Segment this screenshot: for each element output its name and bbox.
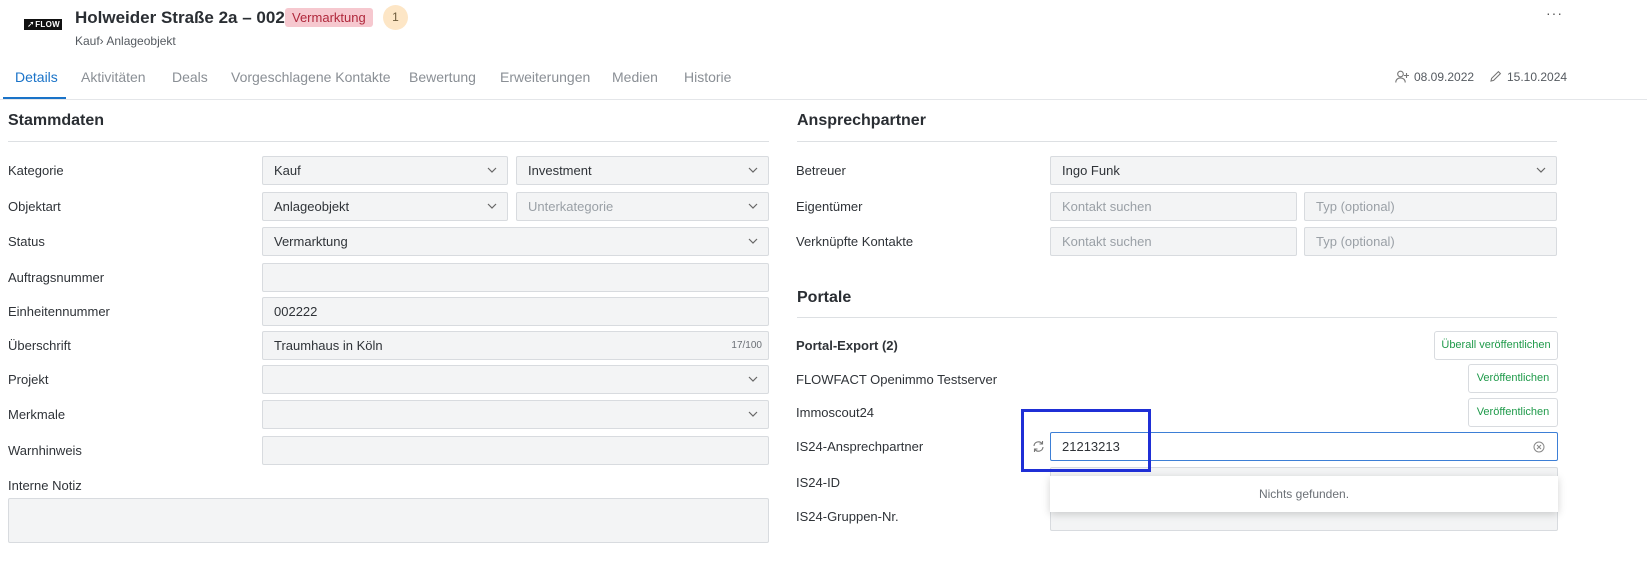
tab-aktivitaeten[interactable]: Aktivitäten: [81, 69, 146, 85]
einheitennummer-input[interactable]: 002222: [262, 297, 769, 326]
tab-vorgeschlagene-kontakte[interactable]: Vorgeschlagene Kontakte: [231, 69, 391, 85]
unterkategorie-select[interactable]: Unterkategorie: [516, 192, 769, 221]
chevron-down-icon: [748, 376, 758, 382]
portal-export-label: Portal-Export (2): [796, 338, 898, 353]
tab-deals[interactable]: Deals: [172, 69, 208, 85]
label-warnhinweis: Warnhinweis: [8, 443, 82, 458]
portal-name-immoscout24: Immoscout24: [796, 405, 875, 420]
interne-notiz-textarea[interactable]: [8, 498, 769, 543]
publish-immoscout24-button[interactable]: Veröffentlichen: [1468, 398, 1558, 427]
character-counter: 17/100: [731, 340, 762, 351]
chevron-down-icon: [487, 203, 497, 209]
tab-bewertung[interactable]: Bewertung: [409, 69, 476, 85]
betreuer-select[interactable]: Ingo Funk: [1050, 156, 1557, 185]
publish-all-button[interactable]: Überall veröffentlichen: [1434, 331, 1558, 360]
chevron-down-icon: [748, 411, 758, 417]
tab-details[interactable]: Details: [15, 69, 58, 85]
tab-medien[interactable]: Medien: [612, 69, 658, 85]
label-ueberschrift: Überschrift: [8, 338, 71, 353]
edited-date: 15.10.2024: [1489, 70, 1567, 84]
section-title-portale: Portale: [797, 289, 852, 306]
portal-name-openimmo: FLOWFACT Openimmo Testserver: [796, 372, 998, 387]
breadcrumb: Kauf› Anlageobjekt: [75, 34, 176, 48]
projekt-select[interactable]: [262, 365, 769, 394]
label-projekt: Projekt: [8, 372, 49, 387]
chevron-down-icon: [748, 167, 758, 173]
page-title: Holweider Straße 2a – 002222: [75, 8, 314, 27]
chevron-down-icon: [748, 203, 758, 209]
label-eigentuemer: Eigentümer: [796, 199, 863, 214]
warnhinweis-input[interactable]: [262, 436, 769, 465]
selection-highlight: [1021, 409, 1151, 472]
more-options-icon[interactable]: ···: [1546, 5, 1563, 21]
investment-select[interactable]: Investment: [516, 156, 769, 185]
created-date: 08.09.2022: [1395, 70, 1474, 84]
section-divider: [797, 141, 1557, 142]
label-einheitennummer: Einheitennummer: [8, 304, 110, 319]
label-is24-id: IS24-ID: [796, 475, 841, 490]
label-merkmale: Merkmale: [8, 407, 66, 422]
verknuepfte-contact-search[interactable]: Kontakt suchen: [1050, 227, 1297, 256]
count-badge[interactable]: 1: [383, 5, 408, 30]
label-verknuepfte-kontakte: Verknüpfte Kontakte: [796, 234, 914, 249]
ueberschrift-input[interactable]: Traumhaus in Köln 17/100: [262, 331, 769, 360]
autocomplete-dropdown: Nichts gefunden.: [1050, 476, 1558, 512]
label-status: Status: [8, 234, 45, 249]
label-auftragsnummer: Auftragsnummer: [8, 270, 105, 285]
merkmale-select[interactable]: [262, 400, 769, 429]
label-is24-gruppen-nr: IS24-Gruppen-Nr.: [796, 509, 899, 524]
tab-historie[interactable]: Historie: [684, 69, 731, 85]
section-title-ansprechpartner: Ansprechpartner: [797, 112, 926, 129]
flow-logo: ➚ FLOW: [24, 19, 62, 30]
chevron-down-icon: [748, 238, 758, 244]
tab-erweiterungen[interactable]: Erweiterungen: [500, 69, 590, 85]
label-interne-notiz: Interne Notiz: [8, 478, 82, 493]
status-select[interactable]: Vermarktung: [262, 227, 769, 256]
publish-openimmo-button[interactable]: Veröffentlichen: [1468, 364, 1558, 393]
tabs-divider: [0, 99, 1647, 100]
status-badge: Vermarktung: [285, 8, 373, 27]
verknuepfte-type-input[interactable]: Typ (optional): [1304, 227, 1557, 256]
kategorie-select[interactable]: Kauf: [262, 156, 508, 185]
label-is24-ansprechpartner: IS24-Ansprechpartner: [796, 439, 924, 454]
chevron-down-icon: [1536, 167, 1546, 173]
auftragsnummer-input[interactable]: [262, 263, 769, 292]
clear-icon[interactable]: [1533, 441, 1545, 453]
user-plus-icon: [1395, 70, 1409, 83]
eigentuemer-contact-search[interactable]: Kontakt suchen: [1050, 192, 1297, 221]
pencil-icon: [1490, 70, 1502, 82]
chevron-down-icon: [487, 167, 497, 173]
section-divider: [8, 141, 769, 142]
section-divider: [797, 317, 1557, 318]
objektart-select[interactable]: Anlageobjekt: [262, 192, 508, 221]
section-title-stammdaten: Stammdaten: [8, 112, 105, 129]
label-kategorie: Kategorie: [8, 163, 64, 178]
label-betreuer: Betreuer: [796, 163, 846, 178]
eigentuemer-type-input[interactable]: Typ (optional): [1304, 192, 1557, 221]
label-objektart: Objektart: [8, 199, 61, 214]
